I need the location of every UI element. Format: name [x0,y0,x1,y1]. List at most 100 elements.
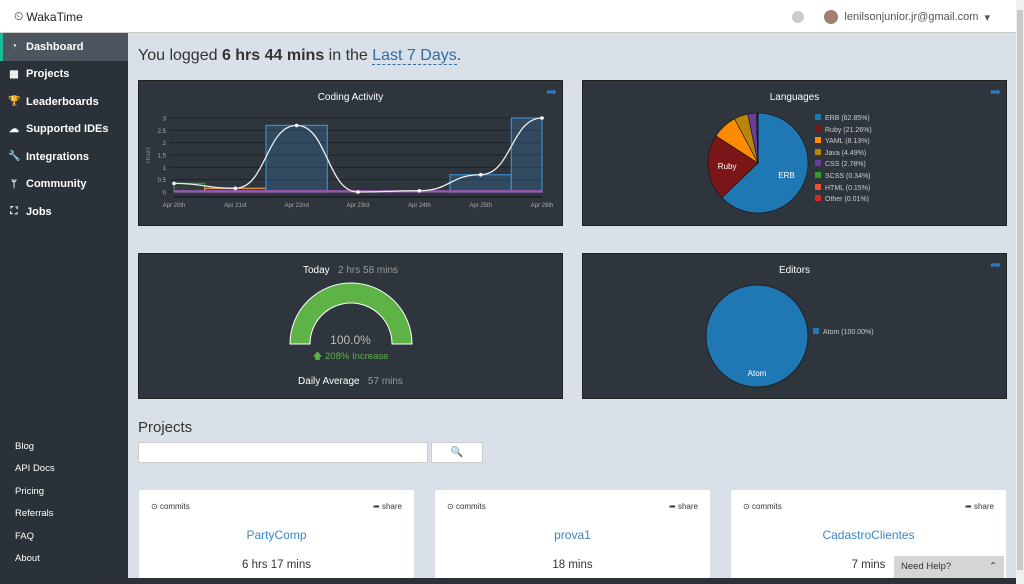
data-point [478,172,483,177]
data-point [356,190,360,194]
activity-bar [204,190,267,193]
editors-card: Editors ➦ Atom Atom (100.00%) [582,253,1007,399]
bottom-bar [88,578,1016,584]
y-tick-label: 3 [163,117,167,123]
share-link[interactable]: ➦ share [669,502,698,511]
fork-icon: ᛘ [11,178,17,190]
projects-heading: Projects [138,419,193,436]
cloud-download-icon: ☁ [9,123,19,135]
share-link[interactable]: ➦ share [373,502,402,511]
sidebar-item-supported-ides[interactable]: ☁ Supported IDEs [0,116,128,144]
x-tick-label: Apr 20th [163,203,186,209]
project-name-link[interactable]: PartyComp [139,528,414,542]
sidebar-item-community[interactable]: ᛘ Community [0,171,128,199]
coding-activity-chart: 0 0.5 1 1.5 2 2.5 3 Hours Apr 20th Apr 21st Apr 22… [146,116,554,209]
legend-entry: ERB (62.85%) [815,113,872,125]
y-tick-label: 1.5 [158,154,167,160]
gauge-percent: 100.0% [330,333,371,347]
page-title: You logged 6 hrs 44 mins in the Last 7 D… [138,47,462,65]
legend-swatch [813,328,819,334]
footer-link[interactable]: Pricing [15,486,44,497]
project-card: ⊙ commits ➦ share PartyComp 6 hrs 17 mins [139,490,414,584]
legend-entry: Java (4.49%) [815,148,872,160]
activity-bar [265,190,328,193]
data-point [294,123,299,128]
activity-bar [265,124,328,193]
user-menu[interactable]: lenilsonjunior.jr@gmail.com ▾ [792,10,990,24]
y-tick-label: 0.5 [158,178,167,184]
data-point [540,116,544,120]
footer-link[interactable]: API Docs [15,463,55,474]
legend-entry: Ruby (21.26%) [815,125,872,137]
activity-bar [449,174,512,193]
sidebar-item-integrations[interactable]: 🔧 Integrations [0,143,128,171]
y-tick-label: 2 [163,141,167,147]
sidebar-item-leaderboards[interactable]: 🏆 Leaderboards [0,88,128,116]
x-tick-label: Apr 22nd [284,203,308,209]
coding-activity-card: Coding Activity ➦ 0 0.5 1 1.5 2 2.5 3 Hours Apr … [138,80,563,226]
x-tick-label: Apr 26th [531,203,554,209]
chevron-up-icon: ⌃ [989,561,997,572]
commits-link[interactable]: ⊙ commits [447,502,486,511]
scrollbar[interactable] [1016,0,1024,584]
data-point [233,186,238,191]
slice-label: Atom [748,369,767,378]
slice-label: ERB [778,171,794,180]
footer-link[interactable]: About [15,553,40,564]
top-bar: ⏲ WakaTime lenilsonjunior.jr@gmail.com ▾ [0,0,1016,33]
x-tick-label: Apr 25th [469,203,492,209]
y-tick-label: 1 [163,166,167,172]
legend-entry: HTML (0.15%) [815,183,872,195]
grid-icon: ▦ [9,68,19,80]
footer-link[interactable]: Blog [15,441,34,452]
data-point [417,188,422,193]
clock-icon: ⏲ [14,9,24,23]
languages-legend: ERB (62.85%) Ruby (21.26%) YAML (8.13%) Jav… [815,113,872,206]
activity-bar [510,117,543,193]
x-tick-label: Apr 23rd [346,203,369,209]
footer-link[interactable]: Referrals [15,508,54,519]
languages-card: Languages ➦ ERB Ruby [582,80,1007,226]
commits-link[interactable]: ⊙ commits [151,502,190,511]
today-card: Today 2 hrs 58 mins 100.0% 🡅 208% Increa… [138,253,563,399]
share-link[interactable]: ➦ share [965,502,994,511]
x-tick-label: Apr 21st [224,203,247,209]
languages-pie: ERB Ruby [707,112,809,214]
activity-bar [449,190,512,193]
binoculars-icon: ⛶ [10,206,18,218]
avatar [824,10,839,24]
logo[interactable]: ⏲ WakaTime [14,9,83,24]
y-tick-label: 0 [163,191,167,197]
search-icon: 🔍 [450,447,464,458]
need-help-widget[interactable]: Need Help? ⌃ [894,556,1004,578]
wrench-icon: 🔧 [8,151,21,163]
legend-entry: SCSS (0.34%) [815,171,872,183]
data-point [172,181,176,186]
editors-pie: Atom Atom (100.00%) [705,284,874,388]
dashboard-icon: ◔ [10,41,18,53]
project-time: 6 hrs 17 mins [241,559,312,571]
caret-down-icon: ▾ [984,11,990,24]
increase-label: 🡅 208% Increase [312,351,389,362]
y-tick-label: 2.5 [158,129,167,135]
sidebar: ◔ Dashboard ▦ Projects 🏆 Leaderboards ☁ Support… [0,33,128,584]
commits-link[interactable]: ⊙ commits [743,502,782,511]
x-tick-label: Apr 24th [408,203,431,209]
legend-entry: Atom (100.00%) [823,329,874,336]
sidebar-item-jobs[interactable]: ⛶ Jobs [0,198,128,226]
activity-bar [173,190,206,193]
project-card: ⊙ commits ➦ share prova1 18 mins [435,490,710,584]
legend-entry: CSS (2.78%) [815,159,872,171]
sidebar-item-dashboard[interactable]: ◔ Dashboard [0,33,128,61]
project-name-link[interactable]: prova1 [435,528,710,542]
sidebar-item-projects[interactable]: ▦ Projects [0,61,128,89]
legend-entry: YAML (8.13%) [815,136,872,148]
range-selector[interactable]: Last 7 Days [372,47,457,65]
search-button[interactable]: 🔍 [431,442,483,463]
slice-label: Ruby [718,162,737,171]
project-search-input[interactable] [138,442,428,463]
project-name-link[interactable]: CadastroClientes [731,528,1006,542]
footer-link[interactable]: FAQ [15,531,34,542]
y-axis-label: Hours [146,147,152,163]
notification-icon[interactable] [792,11,805,23]
